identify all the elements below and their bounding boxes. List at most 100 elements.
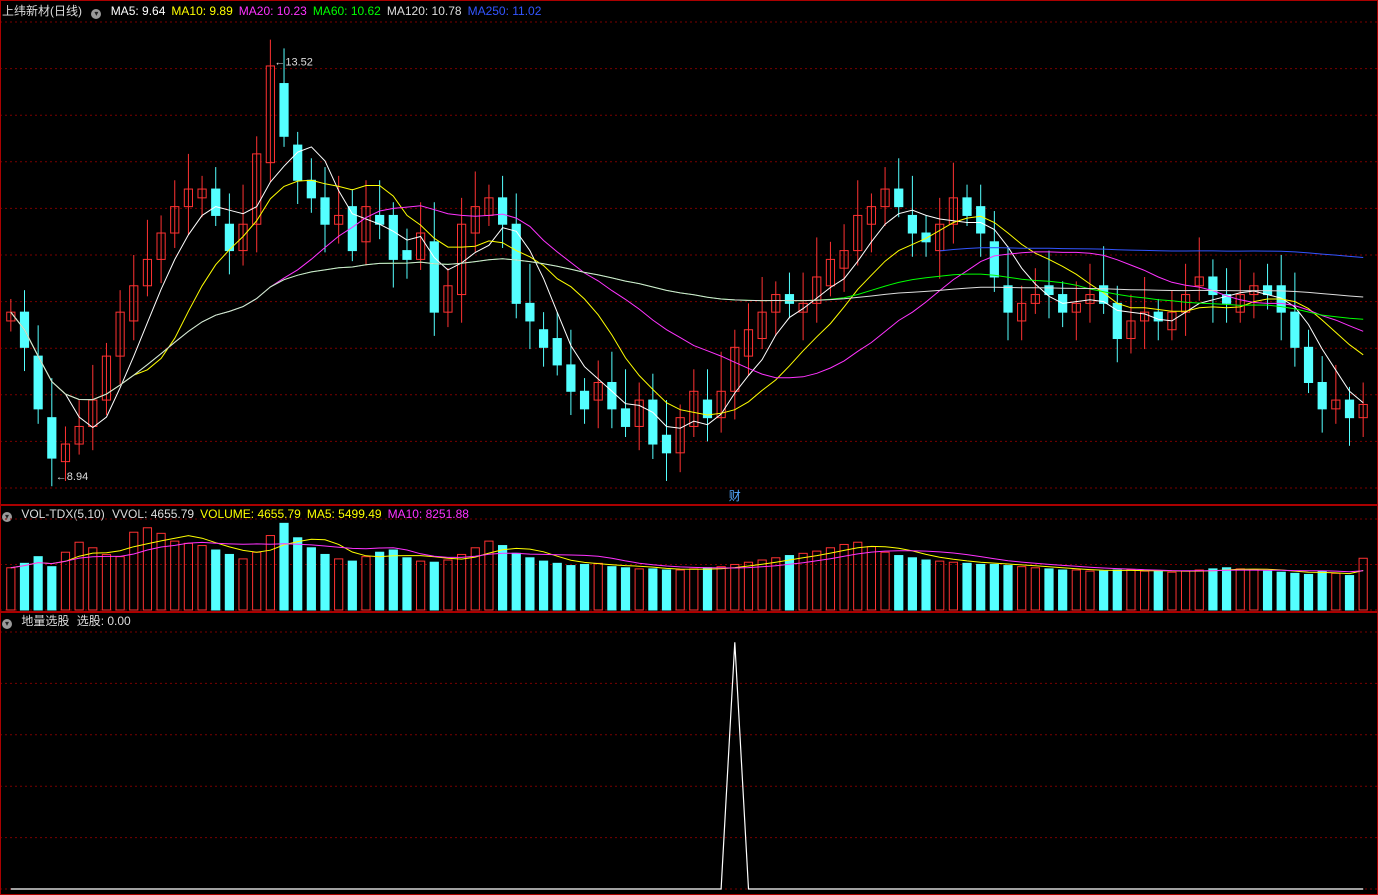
volume-bar — [1180, 570, 1191, 611]
volume-bar — [948, 561, 958, 611]
volume-bar — [511, 552, 521, 611]
candle-body — [784, 294, 795, 304]
volume-bar — [1262, 570, 1273, 611]
volume-bar — [375, 551, 385, 611]
volume-bar — [907, 557, 917, 611]
candle-body — [402, 250, 412, 260]
volume-bar — [1208, 568, 1218, 611]
main-chart-panel: 上纬新材(日线) ▾ MA5: 9.64 MA10: 9.89 MA20: 10.2… — [0, 0, 1378, 505]
volume-bar — [743, 561, 754, 611]
indicator-chart[interactable] — [0, 612, 1378, 895]
candle-body — [1262, 285, 1273, 296]
volume-bar — [1126, 569, 1136, 611]
candle-body — [552, 338, 562, 366]
volume-bar — [1249, 569, 1259, 611]
candle-body — [279, 83, 289, 137]
candle-body — [579, 390, 590, 410]
volume-bar — [866, 546, 877, 611]
candle-body — [538, 329, 549, 348]
volume-bar — [19, 562, 30, 611]
candle-body — [47, 417, 57, 459]
volume-bar — [1358, 557, 1368, 611]
volume-bar — [1221, 567, 1232, 611]
volume-bar — [142, 527, 153, 611]
candle-body — [907, 214, 917, 234]
panel-border — [0, 505, 1378, 612]
volume-bar — [675, 569, 685, 611]
volume-bar — [702, 567, 713, 611]
volume-bar — [1085, 570, 1095, 611]
volume-bar — [1303, 573, 1314, 611]
volume-bar — [416, 560, 426, 611]
volume-bar — [306, 547, 316, 611]
volume-bar — [6, 567, 16, 611]
volume-bar — [962, 562, 972, 611]
candlestick-chart[interactable]: ←13.52 ←8.94 财 — [0, 0, 1378, 505]
volume-bar — [388, 549, 398, 611]
volume-bar — [429, 561, 439, 611]
volume-bar — [989, 563, 999, 611]
financial-report-marker: 财 — [729, 489, 741, 503]
volume-bar — [170, 540, 180, 611]
volume-bar — [839, 543, 849, 611]
indicator-panel: ▾ 地量选股 选股: 0.00 — [0, 612, 1378, 895]
volume-bar — [976, 563, 986, 611]
candle-body — [1290, 311, 1300, 348]
volume-bar — [224, 553, 234, 611]
ma-line-60 — [10, 258, 1364, 401]
volume-bar — [197, 545, 207, 611]
candle-body — [293, 144, 303, 181]
volume-bar — [74, 541, 84, 611]
volume-bar — [211, 549, 221, 611]
volume-bar — [484, 540, 494, 611]
volume-bar — [538, 560, 549, 611]
candle-body — [921, 232, 931, 243]
volume-bar — [47, 566, 57, 611]
ma-line-20 — [10, 205, 1364, 401]
volume-bar — [156, 532, 166, 611]
candle-body — [211, 188, 221, 216]
volume-bar — [579, 563, 590, 611]
candle-body — [525, 302, 535, 322]
volume-bar — [1331, 572, 1341, 611]
candle-body — [1344, 399, 1355, 419]
volume-bar — [1058, 569, 1068, 611]
volume-bar — [1317, 570, 1327, 611]
candle-body — [33, 355, 43, 410]
volume-bar — [101, 553, 112, 611]
volume-bar — [566, 565, 576, 611]
volume-bar — [183, 542, 194, 611]
volume-bar — [1003, 565, 1013, 611]
panel-border — [0, 0, 1378, 505]
ma-line-250 — [939, 247, 1364, 258]
volume-bar — [730, 563, 740, 611]
ma-line-120 — [10, 258, 1364, 401]
candle-body — [962, 197, 972, 216]
volume-bar — [1167, 571, 1177, 611]
volume-bar — [853, 541, 863, 611]
volume-bar — [825, 547, 836, 611]
volume-bar — [443, 559, 453, 611]
candle-body — [894, 188, 904, 208]
volume-bar — [894, 555, 904, 611]
volume-bar — [265, 535, 275, 611]
indicator-signal-line — [10, 642, 1364, 890]
candle-body — [1317, 381, 1327, 410]
volume-bar — [1071, 569, 1081, 611]
volume-bar — [402, 557, 412, 611]
volume-bar — [238, 558, 248, 611]
volume-chart[interactable] — [0, 505, 1378, 612]
candle-body — [497, 197, 508, 225]
volume-bar — [689, 568, 699, 611]
volume-bar — [252, 551, 262, 611]
volume-bar — [1099, 570, 1109, 611]
volume-bar — [334, 558, 344, 611]
volume-bar — [1030, 567, 1040, 611]
volume-bar — [1276, 571, 1286, 611]
volume-bar — [347, 560, 357, 611]
volume-bar — [880, 551, 890, 611]
volume-bar — [129, 531, 139, 611]
volume-bar — [648, 568, 658, 611]
volume-bar — [1153, 570, 1163, 611]
low-price-label: ←8.94 — [56, 471, 88, 483]
